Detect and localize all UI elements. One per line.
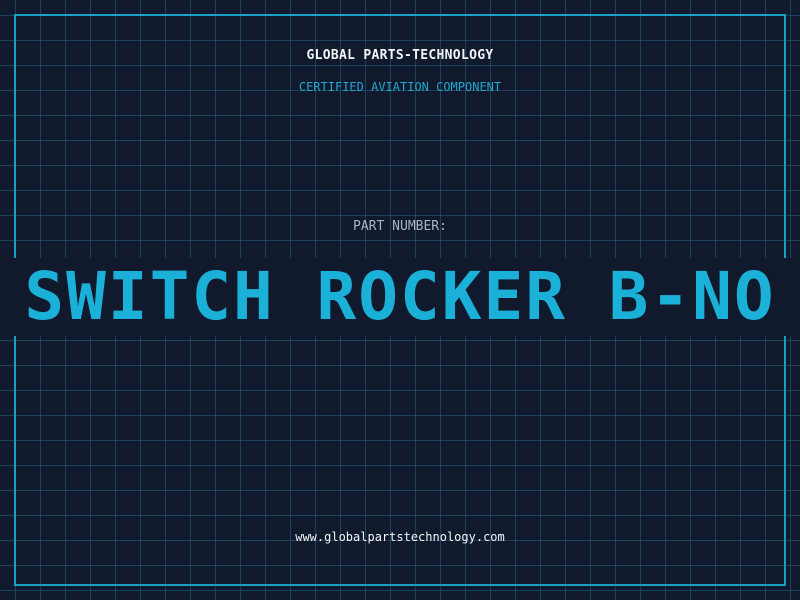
label-card: GLOBAL PARTS-TECHNOLOGY CERTIFIED AVIATI… [0,0,800,600]
company-name: GLOBAL PARTS-TECHNOLOGY [306,48,494,63]
part-number-band: SWITCH ROCKER B-NO [0,258,800,336]
part-number-label: PART NUMBER: [353,219,447,234]
part-number-value: SWITCH ROCKER B-NO [24,258,776,335]
certification-subtitle: CERTIFIED AVIATION COMPONENT [298,80,502,94]
website-url: www.globalpartstechnology.com [295,530,505,544]
